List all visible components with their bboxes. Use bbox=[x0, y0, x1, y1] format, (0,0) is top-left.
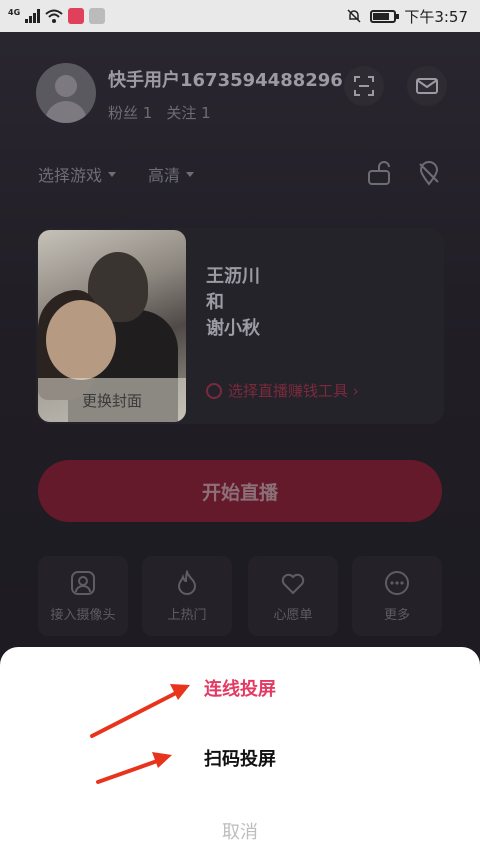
heart-icon bbox=[281, 573, 305, 594]
earn-tool-label: 选择直播赚钱工具 › bbox=[228, 382, 359, 400]
location-off-icon[interactable] bbox=[416, 160, 442, 186]
mail-icon bbox=[416, 78, 438, 94]
tile-wishlist-label: 心愿单 bbox=[273, 607, 313, 623]
app-notification-icon bbox=[68, 8, 85, 24]
tile-camera-label: 接入摄像头 bbox=[50, 607, 116, 623]
tile-more-label: 更多 bbox=[383, 607, 410, 623]
live-title-line-2[interactable]: 和 bbox=[206, 288, 224, 314]
chevron-down-icon bbox=[108, 171, 117, 177]
clock: 下午3:57 bbox=[404, 7, 468, 26]
quality-label: 高清 bbox=[148, 166, 181, 185]
earn-tool-link[interactable]: 选择直播赚钱工具 › bbox=[206, 380, 359, 401]
live-title-line-1[interactable]: 王沥川 bbox=[206, 262, 260, 288]
tile-hot-label: 上热门 bbox=[167, 607, 207, 623]
more-dots-icon bbox=[385, 570, 409, 595]
avatar[interactable] bbox=[36, 63, 96, 123]
wifi-icon bbox=[45, 9, 63, 23]
status-bar: 4G 下午3:57 bbox=[0, 0, 480, 32]
start-live-button[interactable]: 开始直播 bbox=[38, 460, 442, 522]
scan-cast-option[interactable]: 扫码投屏 bbox=[0, 745, 480, 771]
tile-more[interactable]: 更多 bbox=[352, 556, 442, 636]
battery-icon bbox=[370, 9, 400, 23]
fans-count[interactable]: 粉丝 1 bbox=[108, 102, 152, 123]
message-button[interactable] bbox=[407, 66, 447, 106]
cancel-button[interactable]: 取消 bbox=[0, 818, 480, 844]
flame-icon bbox=[177, 569, 197, 595]
follow-count[interactable]: 关注 1 bbox=[166, 102, 210, 123]
coin-icon bbox=[206, 382, 222, 399]
app-notification-icon-2 bbox=[89, 8, 106, 24]
camera-person-icon bbox=[71, 570, 95, 595]
unlock-icon[interactable] bbox=[366, 160, 392, 186]
tile-camera[interactable]: 接入摄像头 bbox=[38, 556, 128, 636]
quality-dropdown[interactable]: 高清 bbox=[148, 162, 195, 186]
tile-hot[interactable]: 上热门 bbox=[142, 556, 232, 636]
profile-stats: 粉丝 1 关注 1 bbox=[108, 102, 211, 123]
username: 快手用户1673594488296 bbox=[108, 70, 343, 91]
mute-bell-icon bbox=[347, 9, 361, 23]
scan-icon bbox=[354, 76, 374, 96]
live-title-line-3[interactable]: 谢小秋 bbox=[206, 314, 260, 340]
cover-image[interactable]: 更换封面 bbox=[38, 230, 186, 422]
chevron-down-icon bbox=[186, 171, 195, 177]
game-select-label: 选择游戏 bbox=[38, 166, 103, 185]
connect-cast-option[interactable]: 连线投屏 bbox=[0, 675, 480, 701]
scan-button[interactable] bbox=[344, 66, 384, 106]
change-cover-label: 更换封面 bbox=[81, 392, 142, 410]
network-type: 4G bbox=[8, 7, 21, 17]
tile-wishlist[interactable]: 心愿单 bbox=[248, 556, 338, 636]
game-select-dropdown[interactable]: 选择游戏 bbox=[38, 162, 117, 186]
signal-icon bbox=[25, 9, 41, 23]
